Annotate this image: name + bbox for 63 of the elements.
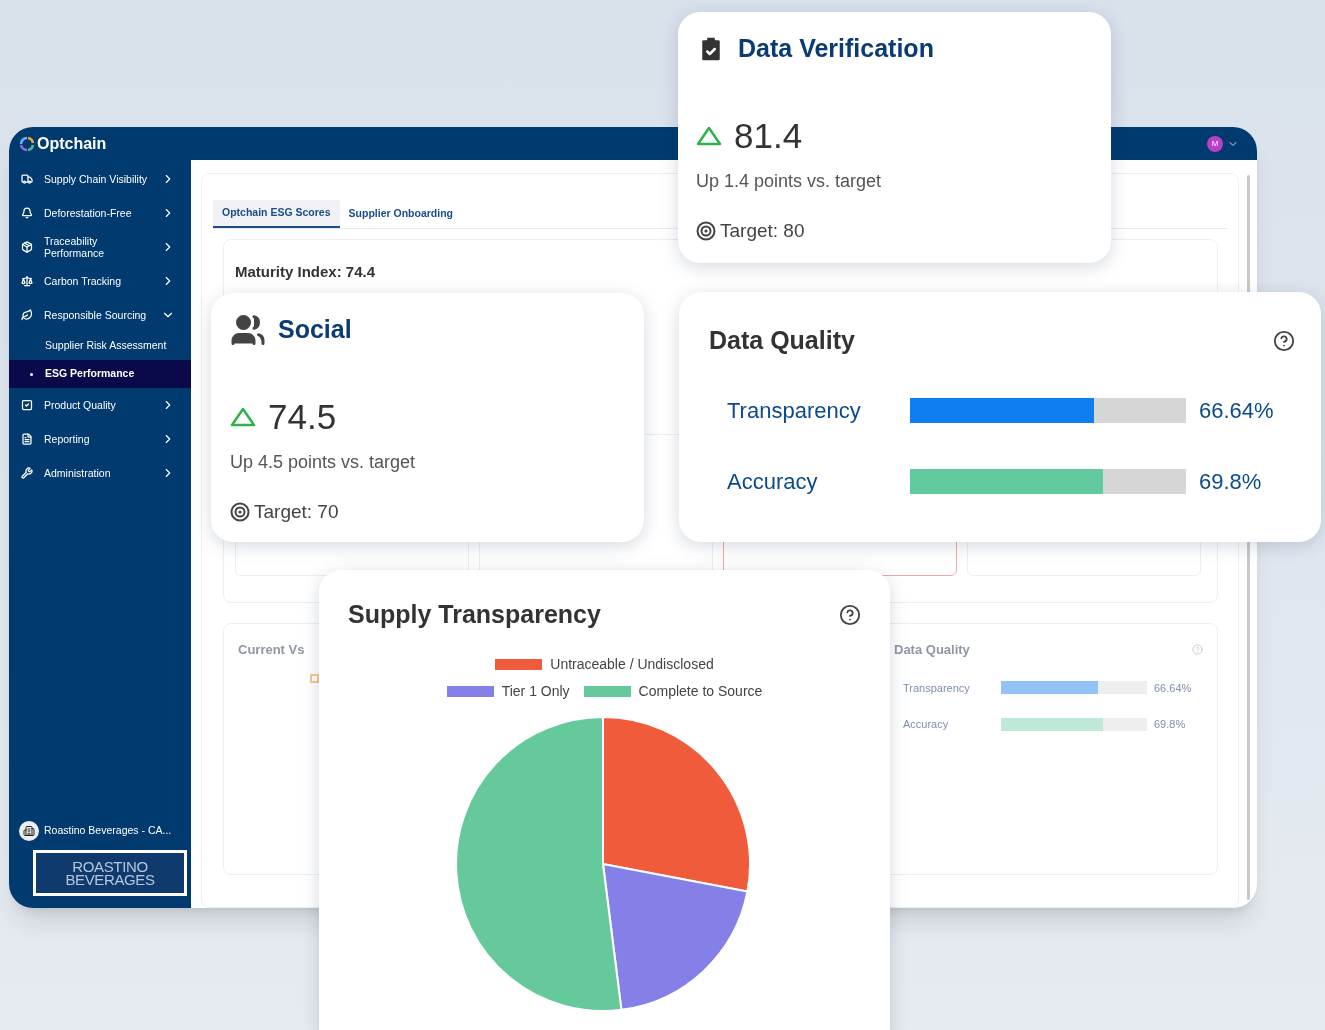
menu-icon [21, 241, 33, 253]
brand-name: Optchain [37, 133, 107, 154]
sidebar-item[interactable]: Administration [9, 456, 191, 490]
tab[interactable]: Optchain ESG Scores [213, 200, 340, 228]
menu-label: Traceability Performance [44, 235, 106, 259]
menu-icon [21, 309, 33, 321]
legend-label: Tier 1 Only [501, 681, 570, 701]
metric-label: Accuracy [903, 717, 950, 732]
menu-label: Responsible Sourcing [44, 309, 148, 321]
help-icon[interactable] [839, 603, 861, 626]
menu-icon [21, 207, 33, 219]
card-title: Data Verification [738, 33, 934, 64]
panel-title: Current Vs [238, 641, 305, 659]
card-title: Supply Transparency [348, 599, 601, 630]
menu-icon [21, 467, 33, 479]
menu-label: Deforestation-Free [44, 207, 133, 219]
bullet-icon [30, 372, 33, 376]
menu-icon [21, 173, 33, 185]
target-icon [696, 221, 716, 242]
menu-icon [21, 399, 33, 411]
legend-label: Untraceable / Undisclosed [550, 654, 714, 674]
score-value: 81.4 [734, 114, 803, 157]
account-name: Roastino Beverages - CA... [44, 823, 172, 839]
sidebar-item[interactable]: Product Quality [9, 388, 191, 422]
sidebar-item[interactable]: Traceability Performance [9, 230, 191, 264]
menu-label: Product Quality [44, 399, 117, 411]
card-title: Data Quality [709, 325, 855, 356]
submenu-item[interactable]: ESG Performance [9, 360, 191, 388]
card-title: Social [278, 314, 352, 345]
sidebar-item[interactable]: Supply Chain Visibility [9, 162, 191, 196]
logo-text: BEVERAGES [65, 873, 155, 886]
maturity-index: Maturity Index: 74.4 [235, 262, 377, 282]
panel-title: Data Quality [894, 641, 970, 659]
target-label: Target: 70 [254, 500, 339, 524]
score-value: 74.5 [268, 395, 337, 438]
legend-label: Complete to Source [638, 681, 763, 701]
metric-label: Transparency [903, 680, 971, 696]
metric-reading: 69.8% [1199, 467, 1262, 496]
menu-label: Reporting [44, 433, 91, 445]
change-text: Up 4.5 points vs. target [230, 451, 417, 474]
metric-reading: 69.8% [1154, 717, 1186, 732]
menu-label: Carbon Tracking [44, 275, 123, 287]
sidebar-item[interactable]: Reporting [9, 422, 191, 456]
sidebar-item[interactable]: Deforestation-Free [9, 196, 191, 230]
target-icon [230, 502, 250, 523]
sidebar-item[interactable]: Carbon Tracking [9, 264, 191, 298]
metric-label: Transparency [727, 396, 862, 425]
metric-reading: 66.64% [1199, 396, 1274, 425]
logo-text: ROASTINO [72, 860, 148, 873]
metric-reading: 66.64% [1154, 680, 1192, 696]
logo-icon [19, 135, 35, 152]
metric-label: Accuracy [727, 467, 819, 496]
user-avatar[interactable]: M [1207, 135, 1223, 152]
menu-label: Supply Chain Visibility [44, 173, 149, 185]
menu-label: Administration [44, 467, 112, 479]
change-text: Up 1.4 points vs. target [696, 170, 883, 193]
help-icon[interactable] [1273, 329, 1295, 352]
target-label: Target: 80 [720, 219, 805, 243]
tab[interactable]: Supplier Onboarding [339, 200, 462, 228]
menu-icon [21, 433, 33, 445]
sidebar-item[interactable]: Responsible Sourcing [9, 298, 191, 332]
menu-icon [21, 275, 33, 287]
submenu-item[interactable]: Supplier Risk Assessment [9, 332, 191, 360]
